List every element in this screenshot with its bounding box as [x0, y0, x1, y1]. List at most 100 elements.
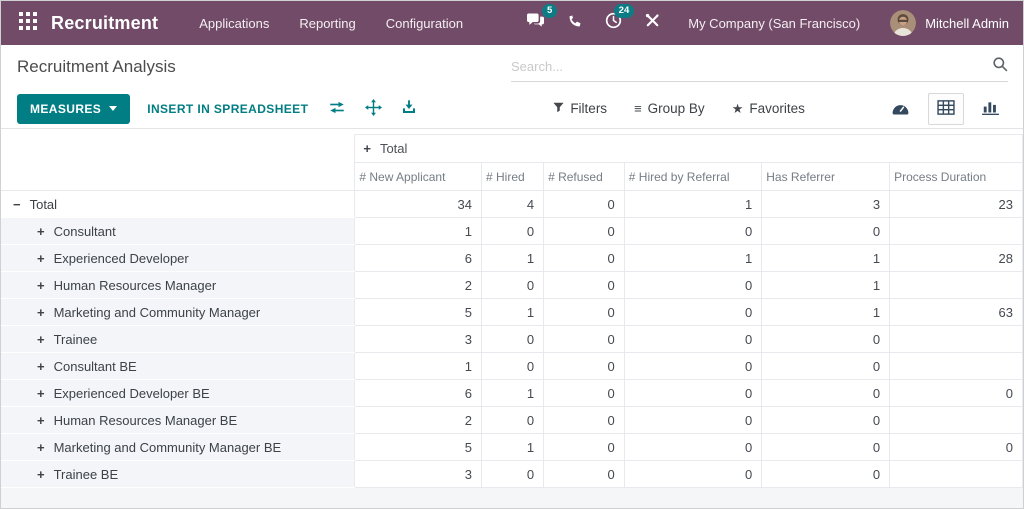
- pivot-cell[interactable]: 0: [623, 352, 763, 380]
- expand-toggle-icon[interactable]: +: [37, 386, 45, 401]
- user-menu[interactable]: Mitchell Admin: [890, 10, 1009, 36]
- pivot-cell[interactable]: 0: [480, 352, 545, 380]
- insert-in-spreadsheet-button[interactable]: INSERT IN SPREADSHEET: [147, 102, 308, 116]
- measures-button[interactable]: MEASURES: [17, 93, 131, 124]
- app-name[interactable]: Recruitment: [51, 13, 158, 34]
- pivot-row-header[interactable]: − Total: [1, 190, 355, 218]
- pivot-cell[interactable]: [889, 406, 1023, 434]
- pivot-cell[interactable]: 5: [354, 298, 482, 326]
- pivot-cell[interactable]: 0: [761, 352, 891, 380]
- pivot-cell[interactable]: 34: [354, 190, 482, 218]
- company-switcher[interactable]: My Company (San Francisco): [688, 16, 860, 31]
- debug-tools-button[interactable]: [633, 12, 672, 34]
- activities-button[interactable]: 24: [594, 4, 635, 34]
- pivot-row-header[interactable]: + Marketing and Community Manager: [1, 298, 355, 326]
- view-pivot-button[interactable]: [928, 92, 964, 125]
- col-group-toggle-icon[interactable]: +: [363, 141, 371, 156]
- pivot-cell[interactable]: 1: [761, 271, 891, 299]
- pivot-cell[interactable]: 0: [623, 217, 763, 245]
- pivot-row-header[interactable]: + Human Resources Manager BE: [1, 406, 355, 434]
- pivot-cell[interactable]: 0: [761, 460, 891, 488]
- measure-header[interactable]: # Hired by Referral: [623, 162, 762, 191]
- pivot-cell[interactable]: 5: [354, 433, 482, 461]
- pivot-cell[interactable]: 0: [889, 433, 1023, 461]
- download-xlsx-button[interactable]: [401, 99, 417, 118]
- apps-menu-button[interactable]: [1, 11, 51, 35]
- pivot-cell[interactable]: 0: [761, 217, 891, 245]
- measure-header[interactable]: Process Duration: [889, 162, 1023, 191]
- pivot-row-header[interactable]: + Experienced Developer BE: [1, 379, 355, 407]
- pivot-cell[interactable]: [889, 460, 1023, 488]
- search-icon[interactable]: [992, 56, 1008, 77]
- menu-reporting[interactable]: Reporting: [284, 16, 370, 31]
- pivot-row-header[interactable]: + Consultant BE: [1, 352, 355, 380]
- pivot-cell[interactable]: 0: [889, 379, 1023, 407]
- pivot-cell[interactable]: 0: [480, 271, 545, 299]
- view-dashboard-button[interactable]: [882, 93, 919, 125]
- pivot-cell[interactable]: 1: [623, 190, 763, 218]
- pivot-cell[interactable]: 0: [480, 406, 545, 434]
- pivot-cell[interactable]: 2: [354, 406, 482, 434]
- pivot-cell[interactable]: 0: [623, 271, 763, 299]
- pivot-row-header[interactable]: + Trainee BE: [1, 460, 355, 488]
- expand-toggle-icon[interactable]: +: [37, 467, 45, 482]
- pivot-cell[interactable]: 28: [889, 244, 1023, 272]
- pivot-cell[interactable]: 0: [761, 406, 891, 434]
- pivot-cell[interactable]: 6: [354, 244, 482, 272]
- pivot-row-header[interactable]: + Trainee: [1, 325, 355, 353]
- pivot-cell[interactable]: 4: [480, 190, 545, 218]
- pivot-cell[interactable]: 0: [543, 244, 625, 272]
- pivot-cell[interactable]: 1: [480, 244, 545, 272]
- expand-toggle-icon[interactable]: +: [37, 305, 45, 320]
- pivot-cell[interactable]: 0: [623, 460, 763, 488]
- favorites-button[interactable]: ★ Favorites: [732, 101, 805, 117]
- filters-button[interactable]: Filters: [553, 101, 607, 116]
- pivot-row-header[interactable]: + Human Resources Manager: [1, 271, 355, 299]
- pivot-cell[interactable]: 0: [761, 379, 891, 407]
- pivot-cell[interactable]: 0: [543, 433, 625, 461]
- menu-configuration[interactable]: Configuration: [371, 16, 478, 31]
- pivot-cell[interactable]: 6: [354, 379, 482, 407]
- expand-toggle-icon[interactable]: −: [13, 197, 21, 212]
- pivot-cell[interactable]: 0: [543, 190, 625, 218]
- pivot-cell[interactable]: 0: [623, 325, 763, 353]
- pivot-cell[interactable]: 1: [480, 298, 545, 326]
- pivot-column-group-header[interactable]: + Total: [354, 134, 1023, 163]
- pivot-cell[interactable]: 1: [623, 244, 763, 272]
- pivot-cell[interactable]: 0: [761, 433, 891, 461]
- pivot-cell[interactable]: 1: [761, 244, 891, 272]
- pivot-cell[interactable]: 1: [480, 379, 545, 407]
- pivot-cell[interactable]: 0: [543, 379, 625, 407]
- pivot-cell[interactable]: 0: [543, 298, 625, 326]
- expand-toggle-icon[interactable]: +: [37, 251, 45, 266]
- pivot-row-header[interactable]: + Marketing and Community Manager BE: [1, 433, 355, 461]
- messages-button[interactable]: 5: [515, 4, 558, 34]
- pivot-cell[interactable]: 3: [354, 460, 482, 488]
- measure-header[interactable]: # Refused: [543, 162, 625, 191]
- measure-header[interactable]: # New Applicant: [354, 162, 482, 191]
- pivot-cell[interactable]: 0: [543, 271, 625, 299]
- pivot-cell[interactable]: 63: [889, 298, 1023, 326]
- pivot-cell[interactable]: 3: [761, 190, 891, 218]
- expand-toggle-icon[interactable]: +: [37, 332, 45, 347]
- view-graph-button[interactable]: [973, 92, 1008, 125]
- search-input[interactable]: [511, 59, 992, 74]
- pivot-cell[interactable]: 0: [480, 217, 545, 245]
- flip-axis-button[interactable]: [328, 100, 346, 118]
- pivot-cell[interactable]: 2: [354, 271, 482, 299]
- pivot-row-header[interactable]: + Experienced Developer: [1, 244, 355, 272]
- expand-toggle-icon[interactable]: +: [37, 278, 45, 293]
- pivot-cell[interactable]: 0: [543, 325, 625, 353]
- pivot-cell[interactable]: 1: [480, 433, 545, 461]
- pivot-cell[interactable]: [889, 271, 1023, 299]
- pivot-cell[interactable]: [889, 325, 1023, 353]
- pivot-cell[interactable]: [889, 352, 1023, 380]
- pivot-cell[interactable]: 0: [623, 406, 763, 434]
- menu-applications[interactable]: Applications: [184, 16, 284, 31]
- pivot-cell[interactable]: 1: [761, 298, 891, 326]
- pivot-cell[interactable]: 0: [623, 379, 763, 407]
- pivot-row-header[interactable]: + Consultant: [1, 217, 355, 245]
- pivot-cell[interactable]: 1: [354, 352, 482, 380]
- pivot-cell[interactable]: 0: [543, 406, 625, 434]
- expand-toggle-icon[interactable]: +: [37, 413, 45, 428]
